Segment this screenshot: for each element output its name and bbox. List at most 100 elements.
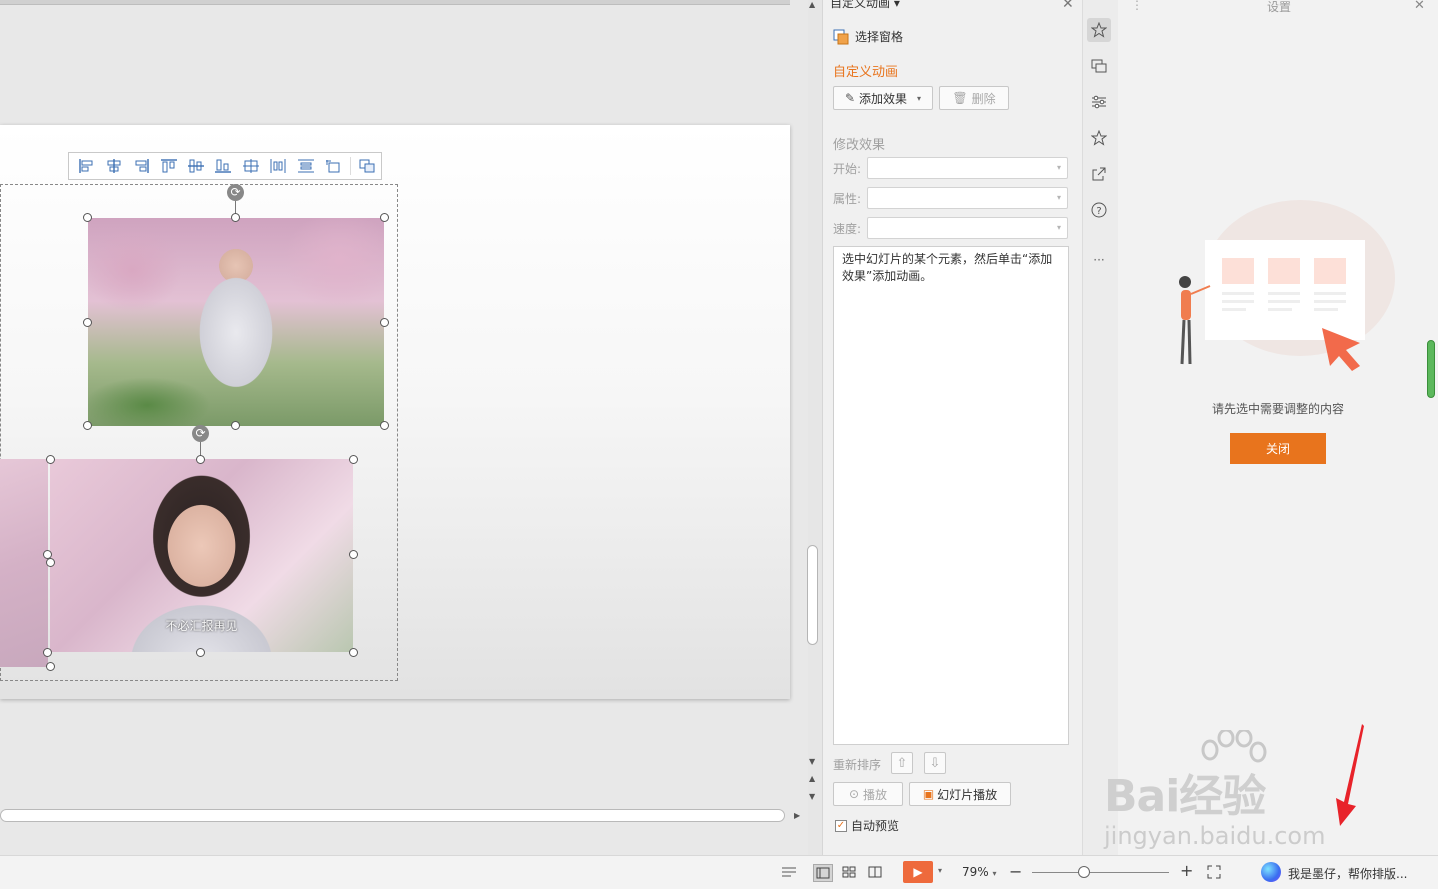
play-label: 播放 (863, 787, 888, 802)
slide-sorter-icon[interactable] (840, 864, 858, 880)
move-down-button[interactable]: ⇩ (924, 752, 946, 774)
align-bottom-icon[interactable] (210, 154, 237, 178)
scroll-right-arrow-icon[interactable]: ▶ (794, 811, 800, 820)
scroll-down-arrow-icon[interactable]: ▼ (809, 757, 815, 766)
resize-handle[interactable] (83, 421, 92, 430)
pane-title[interactable]: 自定义动画 ▾ (830, 0, 900, 11)
align-left-icon[interactable] (73, 154, 100, 178)
resize-handle[interactable] (380, 318, 389, 327)
picture-caption: 不必汇报再见 (165, 619, 238, 633)
svg-text:?: ? (1096, 206, 1101, 217)
selection-pane-button[interactable]: 选择窗格 (833, 28, 903, 45)
section-title: 自定义动画 (833, 65, 899, 80)
move-up-button[interactable]: ⇧ (891, 752, 913, 774)
zoom-slider-track[interactable] (1032, 872, 1169, 873)
zoom-level[interactable]: 79% ▾ (962, 865, 997, 879)
prev-slide-icon[interactable]: ▲ (809, 774, 815, 783)
auto-preview-checkbox[interactable]: ✓ (835, 819, 847, 832)
resize-handle[interactable] (83, 213, 92, 222)
resize-handle[interactable] (196, 648, 205, 657)
zoom-in-icon[interactable]: + (1180, 861, 1193, 880)
slide-picture-top[interactable] (88, 218, 384, 426)
delete-button[interactable]: 🗑 删除 (939, 86, 1009, 110)
alignment-toolbar (68, 152, 382, 180)
resize-handle[interactable] (43, 648, 52, 657)
horizontal-scrollbar[interactable] (0, 809, 785, 822)
assistant-prompt[interactable]: 我是墨仔，帮你排版... (1288, 865, 1407, 882)
align-middle-icon[interactable] (182, 154, 209, 178)
resize-handle[interactable] (46, 662, 55, 671)
property-select[interactable]: ▾ (867, 187, 1068, 209)
pencil-icon: ✎ (844, 91, 856, 105)
distribute-horizontal-icon[interactable] (265, 154, 292, 178)
custom-animation-star-icon[interactable] (1087, 18, 1111, 42)
play-icon: ▶ (913, 865, 923, 879)
share-icon[interactable] (1087, 162, 1111, 186)
horizontal-ruler (0, 0, 790, 5)
auto-preview-label: 自动预览 (851, 819, 900, 833)
reading-view-icon[interactable] (866, 864, 884, 880)
settings-hint: 请先选中需要调整的内容 (1211, 402, 1344, 416)
chevron-down-icon: ▾ (992, 869, 997, 878)
resize-handle[interactable] (380, 421, 389, 430)
settings-title: 设置 (1267, 0, 1292, 14)
align-right-icon[interactable] (128, 154, 155, 178)
add-effect-button[interactable]: ✎ 添加效果 ▾ (833, 86, 933, 110)
resize-handle[interactable] (46, 455, 55, 464)
resize-handle[interactable] (83, 318, 92, 327)
start-select[interactable]: ▾ (867, 157, 1068, 179)
align-center-icon[interactable] (100, 154, 127, 178)
resize-handle[interactable] (349, 455, 358, 464)
group-objects-icon[interactable] (354, 154, 381, 178)
slide-picture-bottom[interactable]: 不必汇报再见 (50, 459, 353, 652)
slideshow-label: 幻灯片播放 (937, 787, 998, 802)
resize-handle[interactable] (380, 213, 389, 222)
assistant-avatar-icon[interactable] (1261, 862, 1281, 882)
close-button[interactable]: 关闭 (1230, 433, 1326, 464)
rotate-handle-bottom[interactable]: ⟳ (192, 425, 209, 442)
rotate-handle-top[interactable]: ⟳ (227, 184, 244, 201)
resize-handle[interactable] (46, 558, 55, 567)
vertical-scrollbar[interactable] (808, 0, 822, 855)
resize-handle[interactable] (349, 550, 358, 559)
vertical-scroll-thumb[interactable] (807, 545, 818, 645)
resize-handle[interactable] (196, 455, 205, 464)
resize-handle[interactable] (231, 421, 240, 430)
scroll-up-arrow-icon[interactable]: ▲ (809, 0, 815, 9)
distribute-vertical-icon[interactable] (292, 154, 319, 178)
slideshow-button[interactable]: ▣ 幻灯片播放 (909, 782, 1011, 806)
play-slideshow-button[interactable]: ▶ (903, 861, 933, 883)
adjust-sliders-icon[interactable] (1087, 90, 1111, 114)
zoom-slider-thumb[interactable] (1078, 866, 1090, 878)
play-circle-icon: ⊙ (848, 787, 860, 801)
equal-size-icon[interactable] (319, 154, 346, 178)
star-icon[interactable] (1087, 126, 1111, 150)
arrow-down-icon: ⇩ (929, 755, 941, 771)
chevron-down-icon: ▾ (1056, 193, 1061, 202)
play-button[interactable]: ⊙ 播放 (833, 782, 903, 806)
modify-effect-title: 修改效果 (833, 138, 886, 153)
help-icon[interactable]: ? (1087, 198, 1111, 222)
resize-handle[interactable] (349, 648, 358, 657)
zoom-out-icon[interactable]: − (1009, 862, 1022, 881)
normal-view-icon[interactable] (813, 864, 833, 882)
align-top-icon[interactable] (155, 154, 182, 178)
close-settings-icon[interactable]: ✕ (1414, 0, 1425, 13)
drag-handle-icon[interactable]: ⋮ (1131, 0, 1143, 12)
side-scroll-indicator[interactable] (1427, 340, 1435, 398)
fit-window-icon[interactable] (1205, 864, 1223, 880)
resize-handle[interactable] (231, 213, 240, 222)
more-icon[interactable]: ··· (1087, 248, 1111, 272)
notes-view-icon[interactable] (780, 864, 798, 880)
animation-list[interactable]: 选中幻灯片的某个元素，然后单击“添加效果”添加动画。 (833, 246, 1069, 745)
slideshow-dropdown-icon[interactable]: ▾ (938, 866, 942, 875)
speed-select[interactable]: ▾ (867, 217, 1068, 239)
selection-pane-label: 选择窗格 (855, 30, 904, 44)
watermark-brand: Bai经验 (1104, 771, 1266, 822)
align-both-center-icon[interactable] (237, 154, 264, 178)
slide-picture-left[interactable] (0, 459, 48, 667)
slide-switch-icon[interactable] (1087, 54, 1111, 78)
close-pane-icon[interactable]: ✕ (1062, 0, 1074, 12)
next-slide-icon[interactable]: ▼ (809, 792, 815, 801)
auto-preview-option[interactable]: ✓ 自动预览 (835, 817, 899, 834)
